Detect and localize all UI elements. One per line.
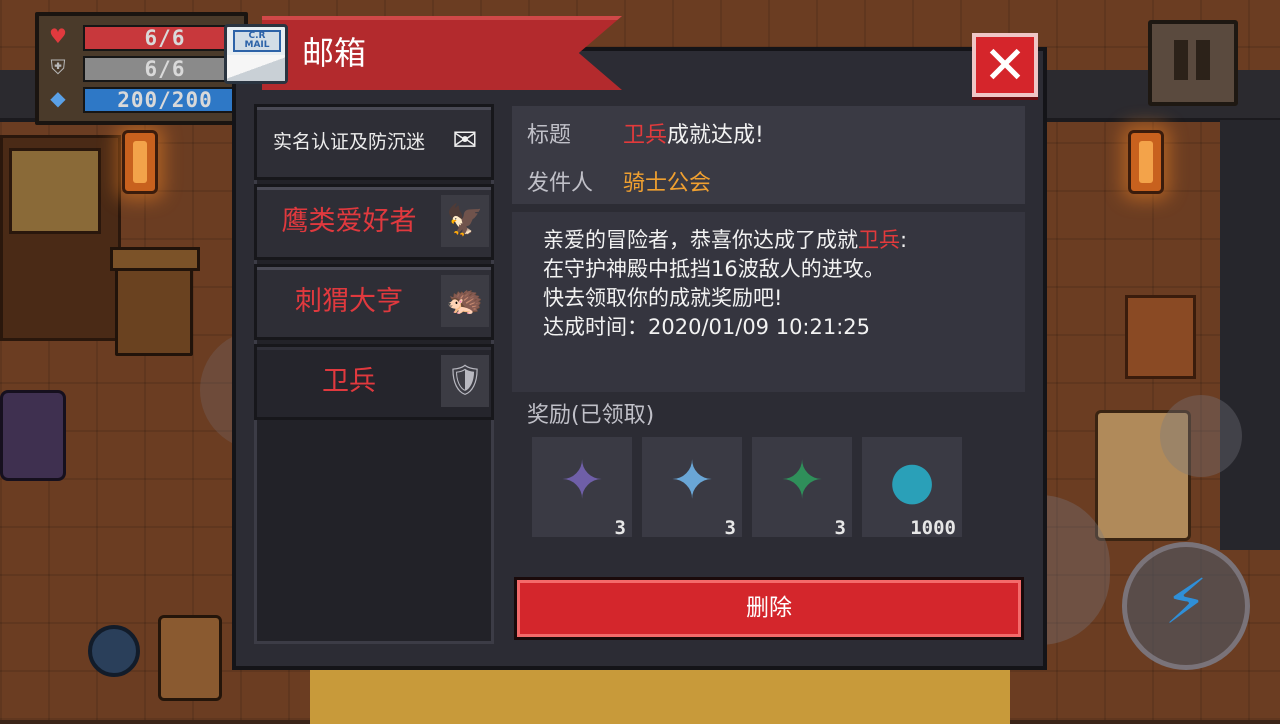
health-text: 6/6 — [144, 26, 186, 50]
body-line4: 达成时间：2020/01/09 10:21:25 — [543, 315, 871, 339]
lightning-icon: ⚡ — [1164, 565, 1208, 638]
delete-button[interactable]: 删除 — [514, 577, 1024, 640]
health-row: ♥ 6/6 — [45, 24, 247, 51]
dog-npc-sprite — [158, 615, 222, 701]
mail-list-item[interactable]: 刺猬大亨 🦔 — [254, 264, 494, 340]
reward-quantity: 3 — [724, 517, 736, 539]
lantern-icon — [1128, 130, 1164, 194]
armor-row: ⛨ 6/6 — [45, 55, 247, 82]
lantern-icon — [122, 130, 158, 194]
reward-quantity: 3 — [614, 517, 626, 539]
reward-slot: ✦ 3 — [642, 437, 742, 539]
body-line1-highlight: 卫兵 — [858, 228, 900, 252]
subject-highlight: 卫兵 — [623, 123, 668, 148]
mail-list-item[interactable]: 实名认证及防沉迷 ✉ — [254, 104, 494, 180]
player-stats-panel: ♥ 6/6 ⛨ 6/6 ◆ 200/200 — [35, 12, 248, 125]
energy-bar: 200/200 — [83, 87, 247, 113]
shield-icon: ⛨ — [50, 55, 66, 79]
armor-bar: 6/6 — [83, 56, 247, 82]
barrel — [88, 625, 140, 677]
close-icon: ✕ — [983, 36, 1027, 96]
rewards-label: 奖励(已领取) — [527, 403, 655, 428]
eagle-icon: 🦅 — [441, 195, 489, 247]
swap-button-ghost — [1160, 395, 1242, 477]
crate — [1125, 295, 1196, 379]
mail-list-item-selected[interactable]: 卫兵 🛡 — [254, 344, 494, 420]
diamond-icon: ◆ — [50, 86, 66, 110]
reward-quantity: 1000 — [910, 517, 956, 539]
body-line1-pre: 亲爱的冒险者，恭喜你达成了成就 — [543, 228, 858, 252]
sender-name: 骑士公会 — [623, 171, 712, 196]
pause-button[interactable] — [1148, 20, 1238, 106]
knight-helmet-icon: 🛡 — [441, 355, 489, 407]
green-crystal-icon: ✦ — [780, 451, 824, 511]
delete-label: 删除 — [746, 595, 792, 621]
energy-row: ◆ 200/200 — [45, 86, 247, 113]
cowboy-npc-sprite — [110, 247, 200, 356]
blue-crystal-icon: ✦ — [670, 451, 714, 511]
blue-gem-coin-icon: ● — [889, 451, 935, 511]
subject-key: 标题 — [527, 123, 572, 148]
wall-shelf — [0, 135, 121, 341]
heart-icon: ♥ — [49, 24, 67, 48]
mail-body-text: 亲爱的冒险者，恭喜你达成了成就卫兵: 在守护神殿中抵挡16波敌人的进攻。 快去领… — [543, 226, 1013, 342]
envelope-flap — [227, 55, 285, 81]
body-line3: 快去领取你的成就奖励吧! — [543, 286, 783, 310]
mail-subject: 实名认证及防沉迷 — [272, 131, 425, 153]
mail-list-item[interactable]: 鹰类爱好者 🦅 — [254, 184, 494, 260]
envelope-icon: ✉ — [452, 123, 478, 158]
mail-icon: C.R MAIL — [224, 24, 288, 84]
reward-slot: ✦ 3 — [752, 437, 852, 539]
reward-quantity: 3 — [834, 517, 846, 539]
skill-button[interactable]: ⚡ — [1122, 542, 1250, 670]
body-line2: 在守护神殿中抵挡16波敌人的进攻。 — [543, 257, 885, 281]
hedgehog-icon: 🦔 — [441, 275, 489, 327]
doorway — [1220, 120, 1280, 550]
mail-subject: 卫兵 — [322, 366, 376, 397]
mail-subject-line: 卫兵成就达成! — [623, 121, 764, 151]
reward-slot: ✦ 3 — [532, 437, 632, 539]
energy-text: 200/200 — [117, 88, 213, 112]
npc-sprite — [0, 390, 66, 481]
mail-subject: 刺猬大亨 — [295, 286, 403, 317]
armor-text: 6/6 — [144, 57, 186, 81]
mail-icon-badge: C.R MAIL — [233, 30, 281, 52]
close-button[interactable]: ✕ — [972, 33, 1038, 97]
purple-crystal-icon: ✦ — [560, 451, 604, 511]
dialog-title: 邮箱 — [302, 34, 367, 72]
reward-slot: ● 1000 — [862, 437, 962, 539]
subject-rest: 成就达成! — [667, 123, 764, 148]
mail-subject: 鹰类爱好者 — [281, 206, 417, 237]
mail-header: 标题 卫兵成就达成! 发件人 骑士公会 — [512, 106, 1025, 204]
health-bar: 6/6 — [83, 25, 247, 51]
body-line1-post: : — [900, 228, 908, 252]
sender-key: 发件人 — [527, 171, 594, 196]
